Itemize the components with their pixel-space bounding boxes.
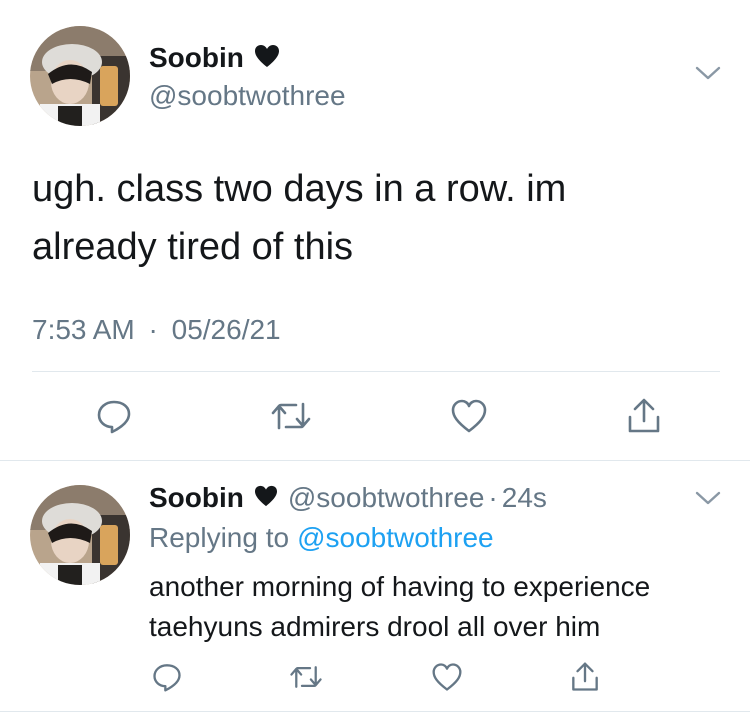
replying-to: Replying to @soobtwothree xyxy=(149,522,494,554)
retweet-icon[interactable] xyxy=(270,398,312,434)
share-icon[interactable] xyxy=(626,397,662,435)
divider xyxy=(32,371,720,372)
tweet-text: ugh. class two days in a row. im already… xyxy=(32,160,712,276)
reply-actions xyxy=(152,660,600,694)
tweet-text-line: another morning of having to experience xyxy=(149,571,651,602)
tweet-text-line: ugh. class two days in a row. im xyxy=(32,168,567,210)
reply-icon[interactable] xyxy=(96,398,132,434)
tweet-age[interactable]: 24s xyxy=(502,482,547,514)
replying-to-label: Replying to xyxy=(149,522,290,553)
tweet-actions xyxy=(96,396,662,436)
like-icon[interactable] xyxy=(431,662,463,692)
chevron-down-icon[interactable] xyxy=(694,489,722,507)
chevron-down-icon[interactable] xyxy=(694,64,722,82)
heart-icon xyxy=(254,44,280,73)
display-name[interactable]: Soobin xyxy=(149,482,244,514)
avatar[interactable] xyxy=(30,485,130,585)
like-icon[interactable] xyxy=(450,398,488,434)
replying-to-handle[interactable]: @soobtwothree xyxy=(297,522,494,554)
avatar[interactable] xyxy=(30,26,130,126)
tweet-separator xyxy=(0,460,750,461)
author-handle-row: @soobtwothree xyxy=(149,80,346,112)
heart-icon xyxy=(254,482,278,514)
tweet-time: 7:53 AM xyxy=(32,314,135,345)
share-icon[interactable] xyxy=(570,661,600,693)
bottom-divider xyxy=(0,711,750,712)
author-handle[interactable]: @soobtwothree xyxy=(149,80,346,112)
reply-text: another morning of having to experience … xyxy=(149,567,739,647)
reply-icon[interactable] xyxy=(152,662,182,692)
retweet-icon[interactable] xyxy=(289,662,323,692)
author-name-row: Soobin xyxy=(149,42,280,74)
tweet-text-line: already tired of this xyxy=(32,226,354,268)
tweet-text-line: taehyuns admirers drool all over him xyxy=(149,611,601,642)
display-name[interactable]: Soobin xyxy=(149,42,244,74)
reply-author-row: Soobin @soobtwothree · 24s xyxy=(149,482,547,514)
meta-separator: · xyxy=(488,482,498,513)
author-handle[interactable]: @soobtwothree xyxy=(288,482,485,514)
tweet-timestamp[interactable]: 7:53 AM · 05/26/21 xyxy=(32,314,281,346)
tweet-date: 05/26/21 xyxy=(171,314,281,345)
meta-separator: · xyxy=(148,314,158,345)
